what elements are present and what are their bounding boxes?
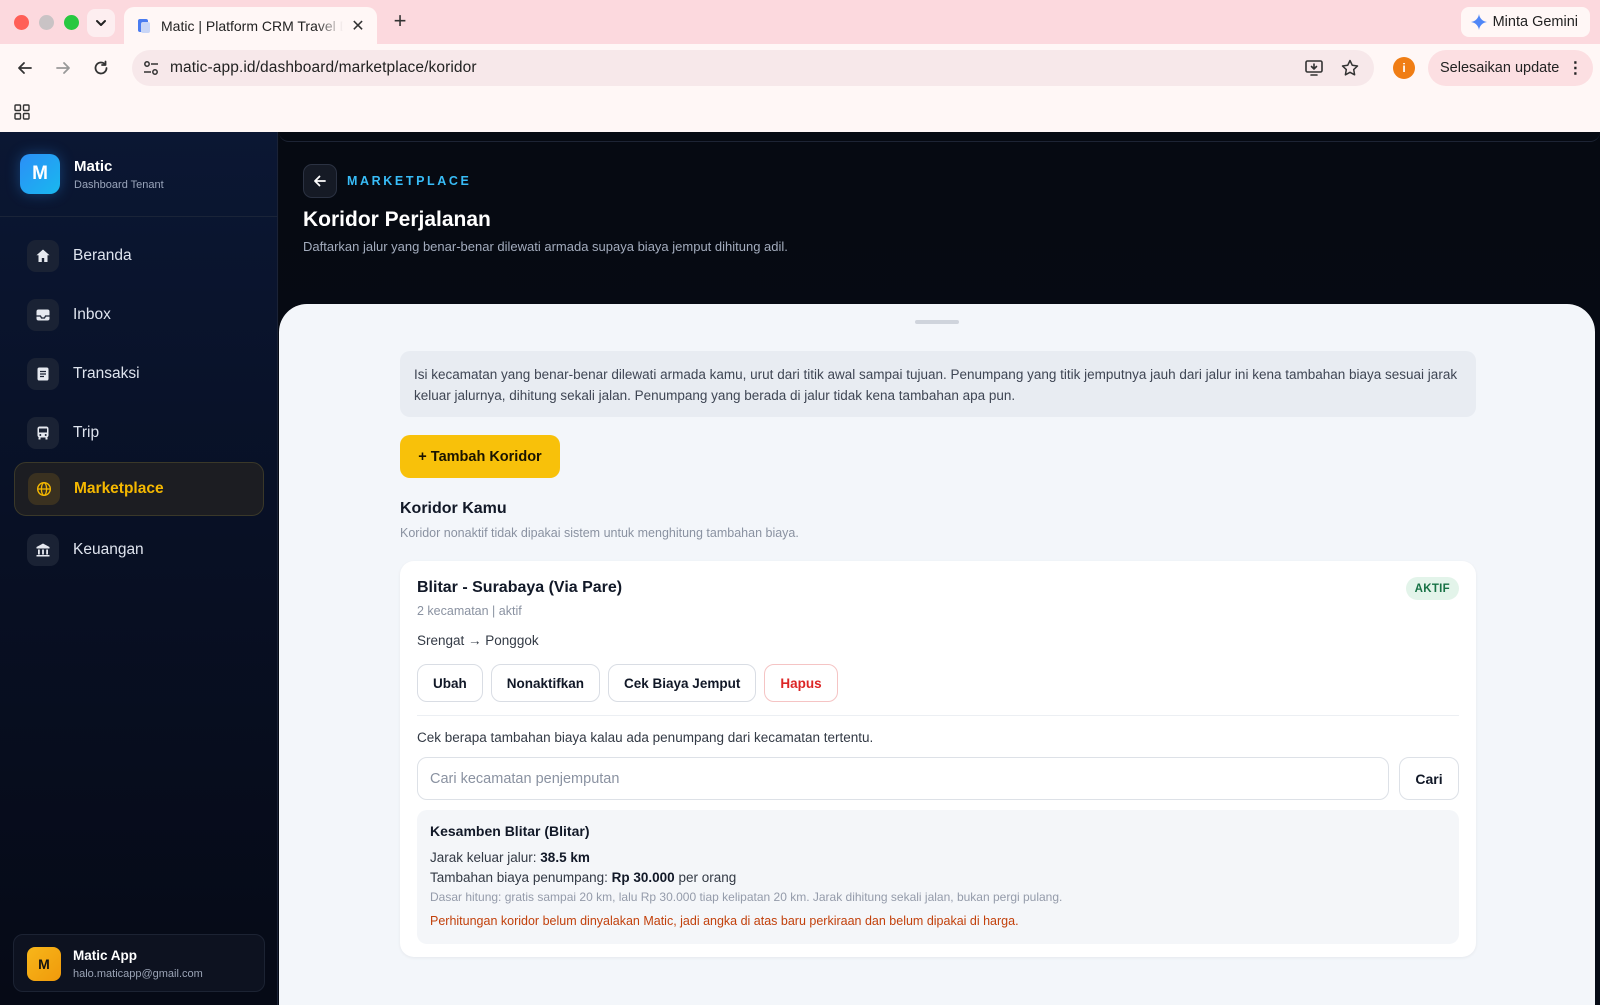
window-maximize-button[interactable] [64,15,79,30]
apps-grid-icon[interactable] [14,104,30,120]
reload-icon [94,60,108,75]
browser-tab-active[interactable]: Matic | Platform CRM Travel Dashboard ✕ [124,7,377,44]
sidebar-item-label: Keuangan [73,541,144,558]
info-notice: Isi kecamatan yang benar-benar dilewati … [400,351,1476,417]
edit-button[interactable]: Ubah [417,664,483,702]
brand-logo: M [20,154,60,194]
tab-close-icon[interactable]: ✕ [349,16,367,36]
search-button[interactable]: Cari [1399,757,1459,800]
back-nav-button[interactable] [13,56,37,80]
sidebar-item-label: Beranda [73,247,132,264]
bookmarks-bar [0,92,1600,132]
result-fee: Tambahan biaya penumpang: Rp 30.000 per … [430,870,737,885]
reload-button[interactable] [89,56,113,80]
user-profile-card[interactable]: M Matic App halo.maticapp@gmail.com [13,934,265,992]
document-icon [37,367,49,381]
sidebar: M Matic Dashboard Tenant Beranda Inbox T… [0,132,278,1005]
breadcrumb: MARKETPLACE [347,174,472,188]
back-button[interactable] [303,164,337,198]
window-close-button[interactable] [14,15,29,30]
profile-avatar[interactable]: i [1393,57,1415,79]
content-sheet: Isi kecamatan yang benar-benar dilewati … [279,304,1595,1005]
result-district: Kesamben Blitar (Blitar) [430,823,590,839]
corridor-actions: Ubah Nonaktifkan Cek Biaya Jemput Hapus [417,664,838,702]
address-bar[interactable]: matic-app.id/dashboard/marketplace/korid… [132,50,1374,86]
check-pickup-fee-button[interactable]: Cek Biaya Jemput [608,664,757,702]
page-title: Koridor Perjalanan [303,208,491,231]
result-distance: Jarak keluar jalur: 38.5 km [430,850,590,865]
finish-update-button[interactable]: Selesaikan update ⋮ [1428,50,1593,86]
sidebar-item-beranda[interactable]: Beranda [14,229,264,283]
arrow-left-icon [18,62,32,74]
tab-search-button[interactable] [87,9,115,37]
sidebar-item-marketplace[interactable]: Marketplace [14,462,264,516]
user-name: Matic App [73,948,137,963]
new-tab-button[interactable]: + [388,10,412,34]
divider [417,715,1459,716]
corridor-name: Blitar - Surabaya (Via Pare) [417,579,623,596]
favicon-icon [138,18,150,33]
sheet-drag-handle[interactable] [915,320,959,324]
window-minimize-button[interactable] [39,15,54,30]
sidebar-item-trip[interactable]: Trip [14,406,264,460]
deactivate-button[interactable]: Nonaktifkan [490,664,601,702]
browser-tab-strip: Matic | Platform CRM Travel Dashboard ✕ … [0,0,1600,44]
bus-icon [37,426,49,440]
app-viewport: M Matic Dashboard Tenant Beranda Inbox T… [0,132,1600,1005]
page-subtitle: Daftarkan jalur yang benar-benar dilewat… [303,239,788,254]
sidebar-item-label: Marketplace [74,480,164,497]
add-corridor-button[interactable]: + Tambah Koridor [400,435,560,478]
corridor-route: Srengat → Ponggok [417,633,539,648]
site-settings-icon[interactable] [142,59,160,77]
tab-title: Matic | Platform CRM Travel Dashboard [161,17,343,34]
user-email: halo.maticapp@gmail.com [73,968,203,980]
update-label: Selesaikan update [1440,60,1560,76]
brand-name: Matic [74,158,113,175]
sidebar-item-label: Transaksi [73,365,140,382]
inbox-icon [36,309,50,321]
install-app-icon[interactable] [1304,58,1324,78]
sidebar-item-label: Inbox [73,306,111,323]
browser-toolbar: matic-app.id/dashboard/marketplace/korid… [0,44,1600,92]
brand-header: M Matic Dashboard Tenant [0,132,278,217]
arrow-left-icon [314,175,326,187]
fee-value: Rp 30.000 [611,870,675,885]
fee-result-panel: Kesamben Blitar (Blitar) Jarak keluar ja… [417,810,1459,944]
bookmark-star-icon[interactable] [1340,58,1360,78]
pickup-district-search-input[interactable] [417,757,1389,800]
chevron-down-icon [96,20,106,26]
section-title: Koridor Kamu [400,500,507,517]
sidebar-item-label: Trip [73,424,100,441]
sidebar-item-keuangan[interactable]: Keuangan [14,523,264,577]
corridor-card: Blitar - Surabaya (Via Pare) AKTIF 2 kec… [400,561,1476,957]
section-subtitle: Koridor nonaktif tidak dipakai sistem un… [400,526,799,540]
brand-subtitle: Dashboard Tenant [74,179,164,191]
sidebar-item-inbox[interactable]: Inbox [14,288,264,342]
delete-button[interactable]: Hapus [764,664,838,702]
fee-check-label: Cek berapa tambahan biaya kalau ada penu… [417,730,874,745]
topbar-edge [279,132,1600,142]
forward-nav-button[interactable] [51,56,75,80]
corridor-meta: 2 kecamatan | aktif [417,604,522,618]
main-content: MARKETPLACE Koridor Perjalanan Daftarkan… [279,132,1600,1005]
home-icon [36,249,50,262]
arrow-right-icon [56,62,70,74]
gemini-button[interactable]: Minta Gemini [1460,7,1590,37]
status-badge: AKTIF [1405,577,1459,600]
sidebar-item-transaksi[interactable]: Transaksi [14,347,264,401]
gemini-label: Minta Gemini [1492,14,1578,30]
gemini-sparkle-icon [1470,14,1487,30]
distance-value: 38.5 km [540,850,590,865]
result-basis: Dasar hitung: gratis sampai 20 km, lalu … [430,890,1063,904]
result-warning: Perhitungan koridor belum dinyalakan Mat… [430,914,1019,928]
avatar: M [27,947,61,981]
url-text: matic-app.id/dashboard/marketplace/korid… [170,59,477,76]
globe-icon [36,481,52,497]
kebab-menu-icon: ⋮ [1567,60,1584,77]
bank-icon [36,543,50,557]
